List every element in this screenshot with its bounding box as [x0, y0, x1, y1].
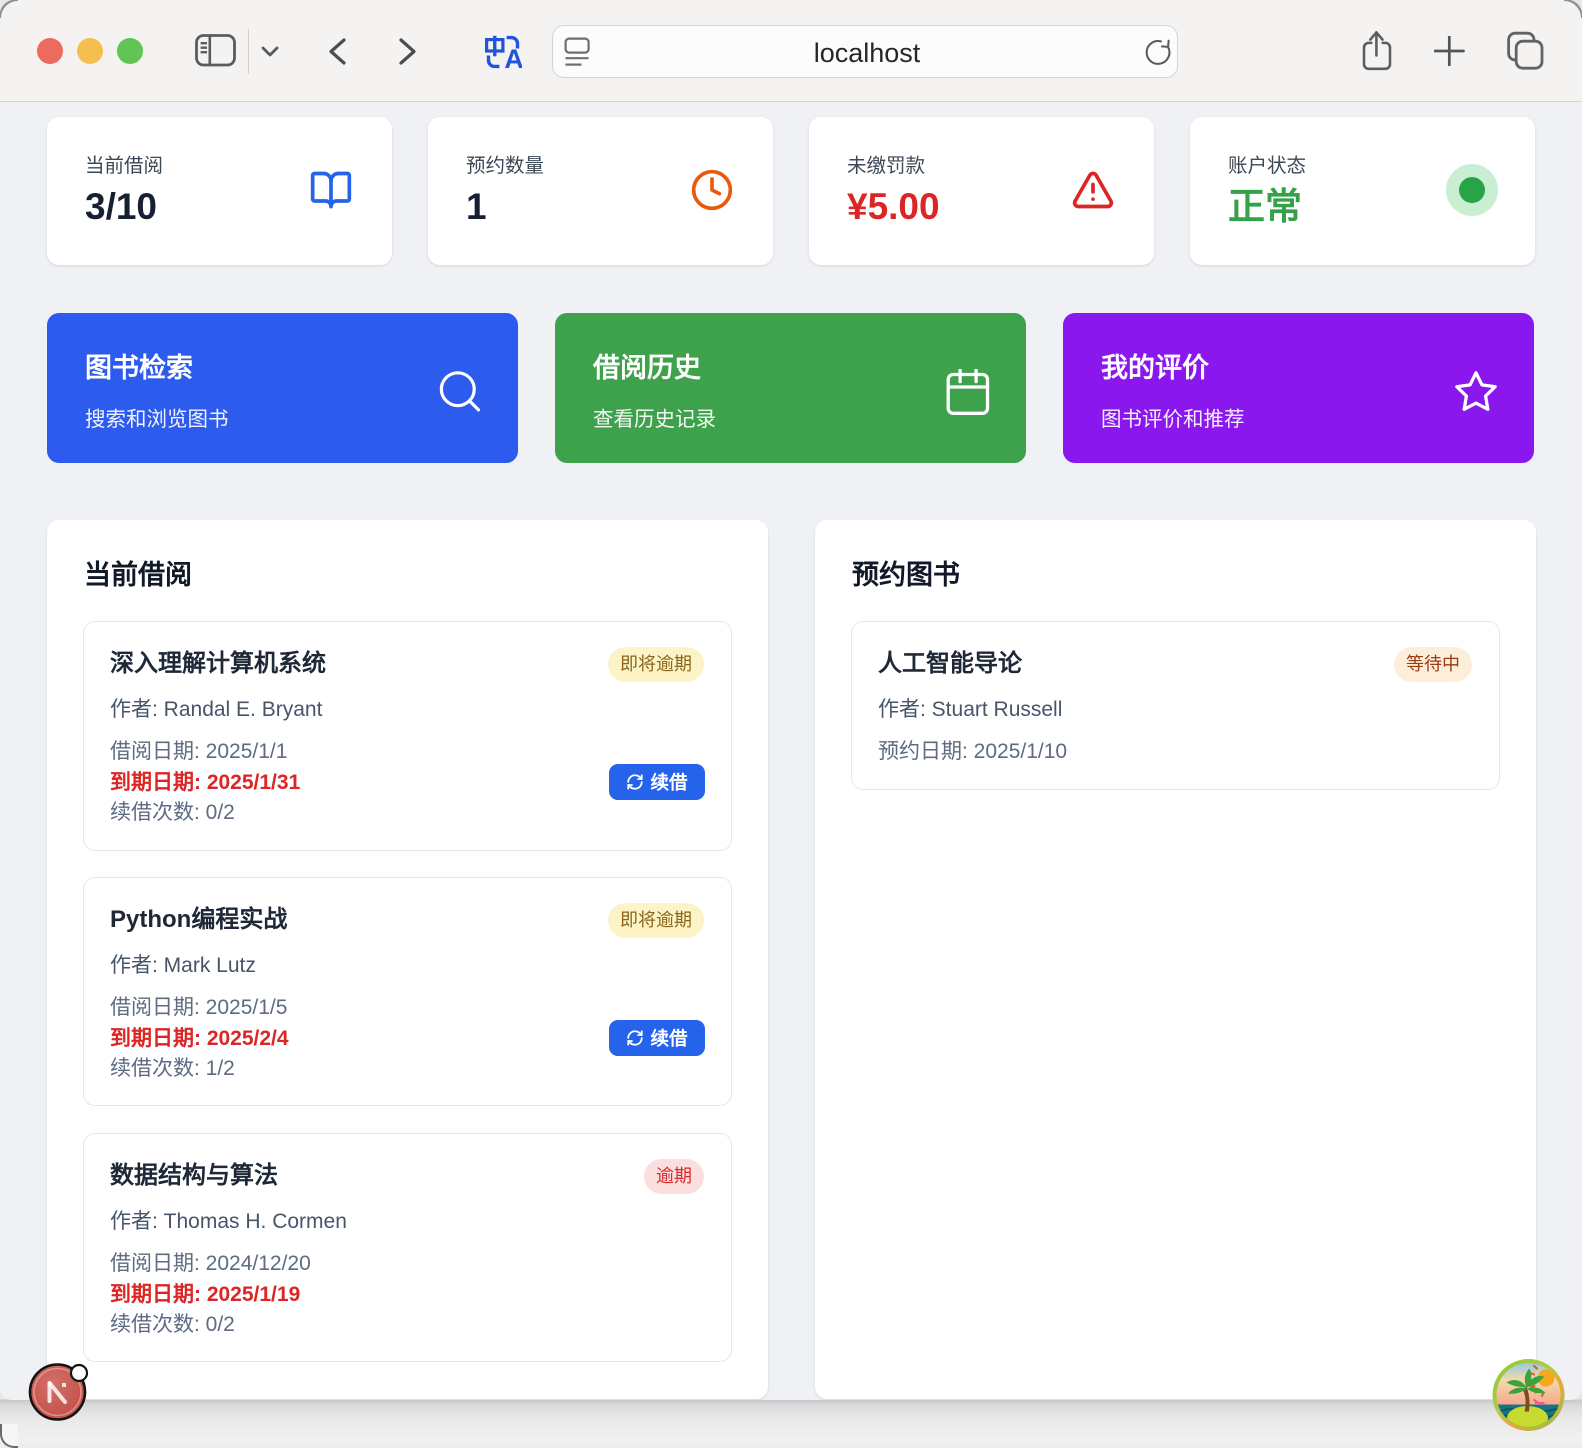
svg-text:A: A — [504, 44, 522, 72]
